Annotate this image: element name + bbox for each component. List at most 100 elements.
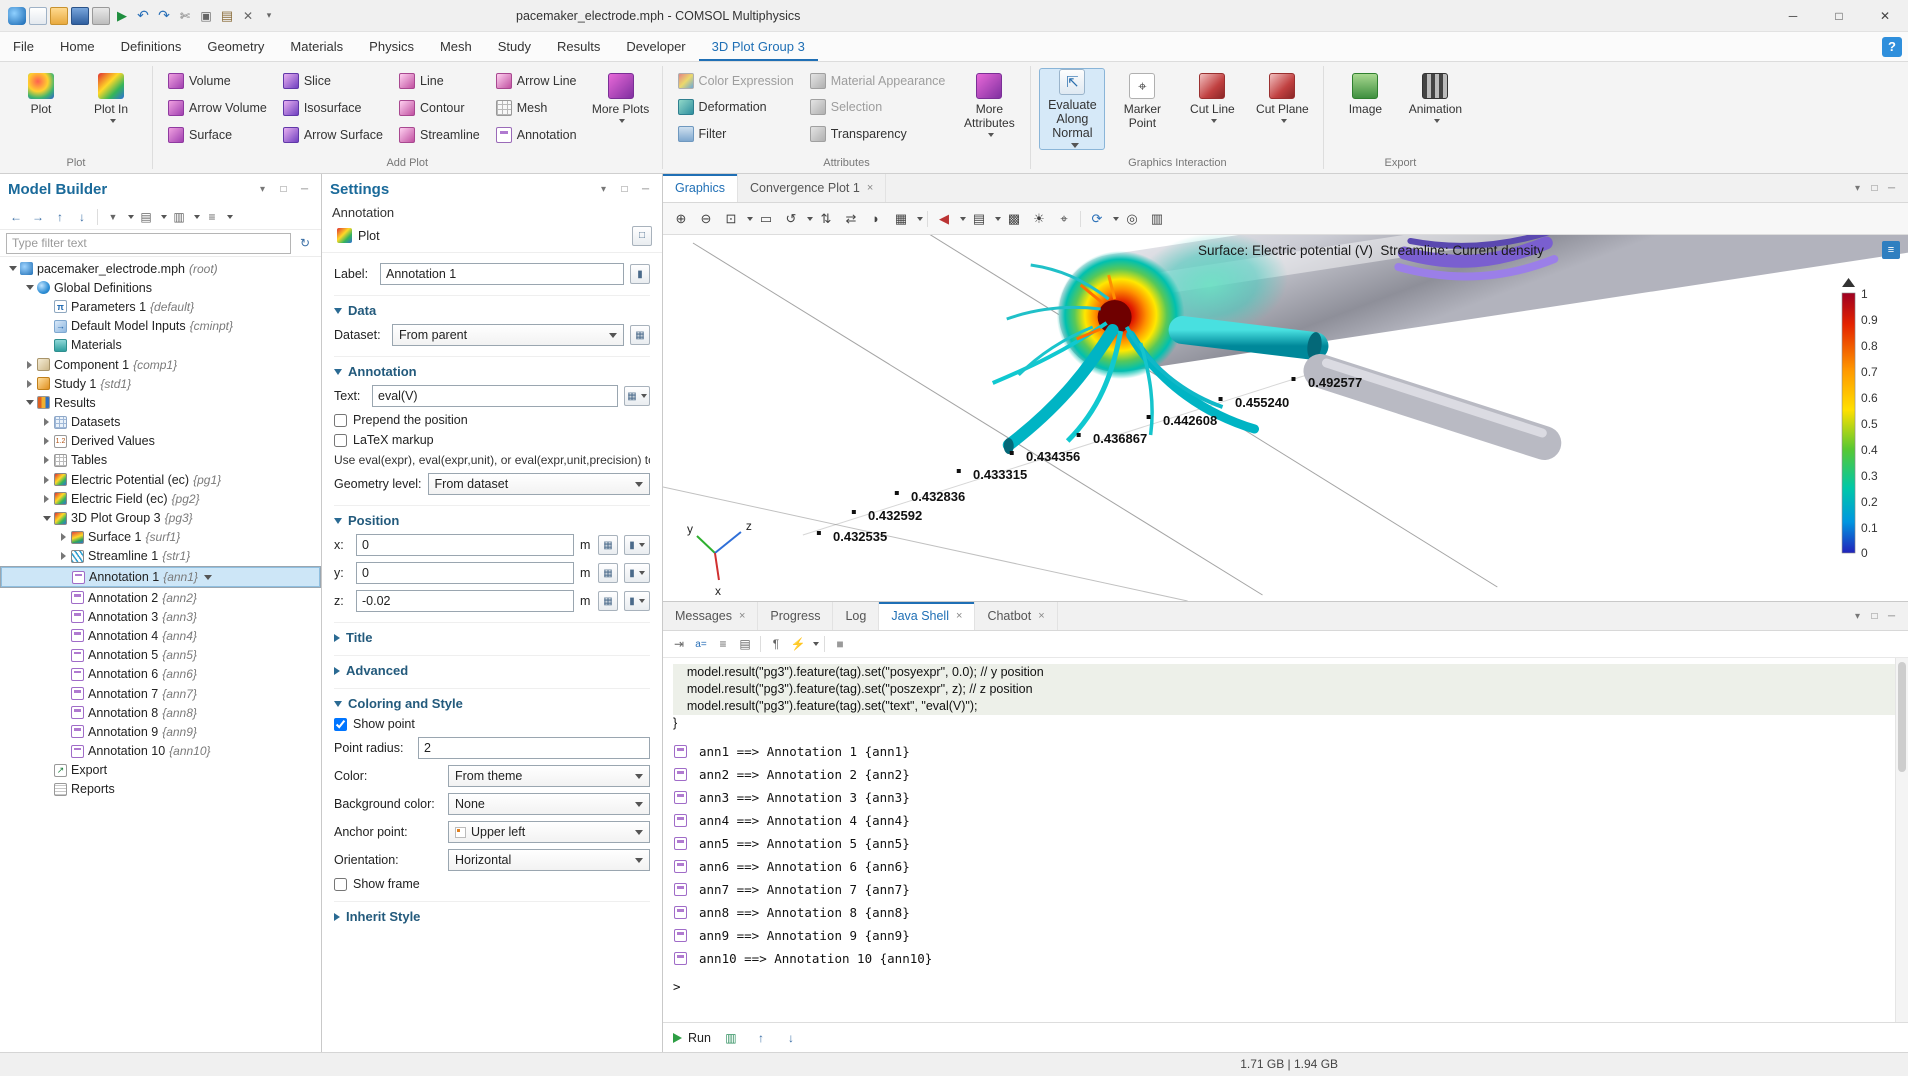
move-up-icon[interactable] <box>50 207 70 227</box>
cut-plane-button[interactable]: Cut Plane <box>1249 68 1315 150</box>
latex-markup-checkbox[interactable] <box>334 434 347 447</box>
view-face-icon[interactable] <box>839 207 863 231</box>
transparency-button[interactable]: Transparency <box>803 121 953 146</box>
expander-icon[interactable] <box>40 418 53 426</box>
panel-collapse-icon[interactable] <box>296 181 313 198</box>
graphics-tab[interactable]: Graphics <box>663 174 738 202</box>
zoom-extents-icon[interactable] <box>719 207 743 231</box>
zoom-out-icon[interactable] <box>694 207 718 231</box>
delete-icon[interactable] <box>239 7 257 25</box>
messages-tab[interactable]: Messages <box>663 602 758 630</box>
help-icon[interactable] <box>1882 37 1902 57</box>
marker-point-button[interactable]: Marker Point <box>1109 68 1175 150</box>
tab-3d-plot-group-3[interactable]: 3D Plot Group 3 <box>699 32 818 61</box>
orientation-select[interactable]: Horizontal <box>448 849 650 871</box>
expander-icon[interactable] <box>23 380 36 388</box>
close-button[interactable] <box>1862 0 1908 32</box>
go-to-default-view-icon[interactable] <box>779 207 803 231</box>
3d-scene[interactable]: y z x 1 0.9 0.8 0.7 0.6 <box>663 235 1908 601</box>
panel-float-icon[interactable] <box>275 181 292 198</box>
scrollbar-thumb[interactable] <box>1898 662 1906 772</box>
tab-developer[interactable]: Developer <box>613 32 698 61</box>
prepend-position-checkbox[interactable] <box>334 414 347 427</box>
evaluate-along-normal-button[interactable]: Evaluate Along Normal <box>1039 68 1105 150</box>
tree-item-electric-field[interactable]: Electric Field (ec){pg2} <box>0 489 321 508</box>
expander-icon[interactable] <box>40 476 53 484</box>
tree-item-results[interactable]: Results <box>0 393 321 412</box>
x-position-input[interactable] <box>356 534 574 556</box>
panel-float-icon[interactable] <box>1866 608 1883 625</box>
isosurface-button[interactable]: Isosurface <box>276 95 390 120</box>
arrow-line-button[interactable]: Arrow Line <box>489 68 584 93</box>
close-tab-icon[interactable] <box>1038 610 1044 622</box>
panel-collapse-icon[interactable] <box>1883 180 1900 197</box>
zoom-box-icon[interactable] <box>754 207 778 231</box>
view-menu-icon[interactable] <box>889 207 913 231</box>
material-appearance-button[interactable]: Material Appearance <box>803 68 953 93</box>
save-icon[interactable] <box>71 7 89 25</box>
expander-icon[interactable] <box>57 552 70 560</box>
text-menu-button[interactable] <box>624 386 650 406</box>
section-expander-icon[interactable] <box>334 701 342 707</box>
tree-item-3d-plot-group-3[interactable]: 3D Plot Group 3{pg3} <box>0 508 321 527</box>
orthographic-projection-icon[interactable] <box>864 207 888 231</box>
show-legend-icon[interactable] <box>967 207 991 231</box>
section-expander-icon[interactable] <box>334 634 340 642</box>
view-axis-icon[interactable] <box>814 207 838 231</box>
tree-item-annotation-1[interactable]: Annotation 1{ann1} <box>0 566 321 588</box>
panel-menu-icon[interactable] <box>595 181 612 198</box>
new-file-icon[interactable] <box>29 7 47 25</box>
expander-icon[interactable] <box>40 437 53 445</box>
dataset-select[interactable]: From parent <box>392 324 624 346</box>
volume-button[interactable]: Volume <box>161 68 274 93</box>
deformation-button[interactable]: Deformation <box>671 95 801 120</box>
expand-blocks-icon[interactable] <box>735 634 755 654</box>
tab-definitions[interactable]: Definitions <box>108 32 195 61</box>
chatbot-tab[interactable]: Chatbot <box>975 602 1057 630</box>
tab-mesh[interactable]: Mesh <box>427 32 485 61</box>
run-icon[interactable] <box>113 7 131 25</box>
collapse-blocks-icon[interactable] <box>713 634 733 654</box>
panel-float-icon[interactable] <box>1866 180 1883 197</box>
open-file-icon[interactable] <box>50 7 68 25</box>
color-select[interactable]: From theme <box>448 765 650 787</box>
undo-icon[interactable] <box>134 7 152 25</box>
tab-materials[interactable]: Materials <box>277 32 356 61</box>
geometry-level-select[interactable]: From dataset <box>428 473 650 495</box>
move-down-icon[interactable] <box>72 207 92 227</box>
expander-icon[interactable] <box>23 400 36 405</box>
expander-icon[interactable] <box>40 516 53 521</box>
plot-context-icon[interactable] <box>1882 241 1900 259</box>
background-color-select[interactable]: None <box>448 793 650 815</box>
forward-icon[interactable] <box>28 207 48 227</box>
ruler-icon[interactable] <box>1052 207 1076 231</box>
field-menu-button[interactable] <box>624 563 650 583</box>
filter-button[interactable]: Filter <box>671 121 801 146</box>
plot-button[interactable]: Plot <box>8 68 74 150</box>
show-filter-icon[interactable] <box>103 207 123 227</box>
expander-icon[interactable] <box>57 533 70 541</box>
expander-icon[interactable] <box>6 266 19 271</box>
tree-item-annotation-8[interactable]: Annotation 8{ann8} <box>0 703 321 722</box>
back-icon[interactable] <box>6 207 26 227</box>
tree-item-surface-1[interactable]: Surface 1{surf1} <box>0 528 321 547</box>
tree-menu-icon[interactable] <box>202 207 222 227</box>
next-command-icon[interactable] <box>781 1028 801 1048</box>
tab-home[interactable]: Home <box>47 32 108 61</box>
anchor-point-select[interactable]: Upper left <box>448 821 650 843</box>
cut-icon[interactable] <box>176 7 194 25</box>
section-expander-icon[interactable] <box>334 667 340 675</box>
qat-menu-icon[interactable] <box>260 7 278 25</box>
point-radius-input[interactable] <box>418 737 650 759</box>
streamline-button[interactable]: Streamline <box>392 122 487 147</box>
section-expander-icon[interactable] <box>334 913 340 921</box>
tree-item-annotation-4[interactable]: Annotation 4{ann4} <box>0 626 321 645</box>
range-button[interactable] <box>598 591 618 611</box>
shell-scrollbar[interactable] <box>1895 658 1908 1022</box>
zoom-in-icon[interactable] <box>669 207 693 231</box>
animation-button[interactable]: Animation <box>1402 68 1468 150</box>
label-menu-button[interactable] <box>630 264 650 284</box>
y-position-input[interactable] <box>356 562 574 584</box>
section-expander-icon[interactable] <box>334 369 342 375</box>
collapse-all-icon[interactable] <box>136 207 156 227</box>
